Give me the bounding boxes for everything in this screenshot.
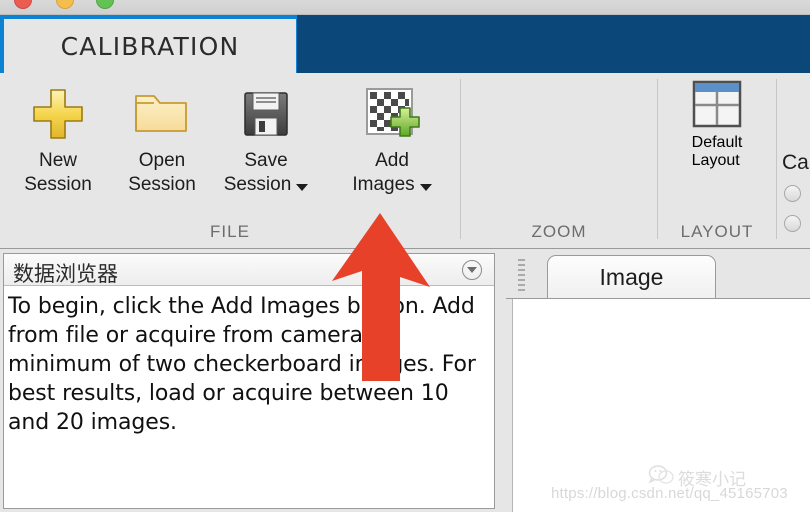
default-layout-button[interactable]: Default Layout	[662, 79, 772, 215]
default-layout-line1: Default	[691, 134, 743, 151]
title-bar	[0, 0, 810, 15]
new-session-line2: Session	[24, 174, 92, 195]
add-images-button[interactable]: Add Images	[340, 79, 444, 215]
plus-icon	[30, 83, 86, 145]
annotation-arrow-icon	[326, 211, 436, 383]
default-layout-line2: Layout	[691, 152, 740, 169]
tab-image-label: Image	[599, 264, 664, 290]
application-window: CALIBRATION New Session Open Session Sav…	[0, 0, 810, 512]
camera-option-radio-1[interactable]	[784, 185, 801, 202]
wechat-icon	[648, 464, 674, 486]
camera-group-label: Ca	[782, 151, 809, 174]
open-session-line2: Session	[128, 174, 196, 195]
tab-calibration-label: CALIBRATION	[60, 31, 240, 61]
ribbon-group-zoom-title: ZOOM	[531, 222, 587, 241]
ribbon-group-camera: Ca	[776, 73, 810, 249]
save-session-line2: Session	[223, 174, 292, 195]
ribbon-group-zoom: Zoom In Zoom Out Pan	[461, 73, 657, 249]
floppy-disk-icon	[240, 83, 292, 145]
drag-grip[interactable]	[518, 259, 525, 291]
tab-calibration[interactable]: CALIBRATION	[0, 15, 297, 73]
chevron-down-icon[interactable]	[419, 183, 432, 191]
ribbon-group-layout-title: LAYOUT	[680, 222, 754, 241]
save-session-line1: Save	[244, 150, 288, 171]
save-session-button[interactable]: Save Session	[214, 79, 318, 215]
close-window-button[interactable]	[14, 0, 32, 9]
folder-open-icon	[133, 83, 191, 145]
tab-image[interactable]: Image	[547, 255, 716, 299]
camera-option-radio-2[interactable]	[784, 215, 801, 232]
watermark-url: https://blog.csdn.net/qq_45165703	[551, 485, 788, 502]
open-session-button[interactable]: Open Session	[110, 79, 214, 215]
add-images-line1: Add	[375, 150, 409, 171]
maximize-window-button[interactable]	[96, 0, 114, 9]
chevron-down-icon[interactable]	[296, 183, 309, 191]
new-session-button[interactable]: New Session	[6, 79, 110, 215]
new-session-line1: New	[38, 150, 77, 171]
open-session-line1: Open	[138, 150, 186, 171]
ribbon-tab-strip: CALIBRATION	[0, 15, 810, 73]
ribbon-group-layout: Default Layout LAYOUT	[658, 73, 776, 249]
minimize-window-button[interactable]	[56, 0, 74, 9]
chevron-down-circle-icon[interactable]	[462, 260, 482, 280]
checkerboard-add-icon	[364, 83, 420, 145]
data-browser-title: 数据浏览器	[13, 262, 118, 286]
default-layout-icon	[690, 79, 744, 134]
add-images-line2: Images	[352, 174, 415, 195]
